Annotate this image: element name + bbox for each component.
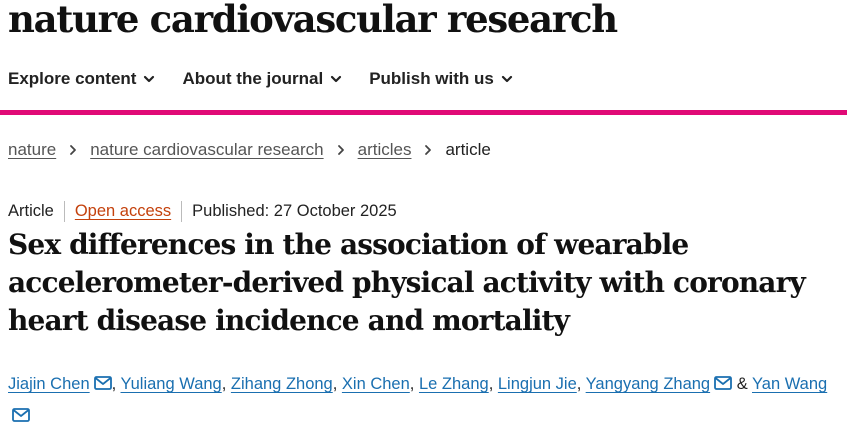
- meta-divider: [63, 201, 65, 222]
- breadcrumb-articles[interactable]: articles: [358, 140, 412, 160]
- nav-publish-with-us[interactable]: Publish with us: [369, 69, 513, 89]
- author-link[interactable]: Zihang Zhong: [231, 375, 333, 393]
- email-icon[interactable]: [93, 376, 112, 390]
- journal-title[interactable]: nature cardiovascular research: [8, 0, 618, 41]
- author-link[interactable]: Yangyang Zhang: [586, 375, 710, 393]
- chevron-right-icon: [336, 144, 346, 156]
- nav-item-label: About the journal: [182, 69, 324, 88]
- email-icon[interactable]: [12, 408, 30, 422]
- published-date: Published: 27 October 2025: [192, 202, 397, 220]
- author-link[interactable]: Le Zhang: [419, 375, 489, 393]
- breadcrumb-journal[interactable]: nature cardiovascular research: [90, 140, 323, 160]
- breadcrumb-nature[interactable]: nature: [8, 140, 56, 160]
- brand-divider: [0, 110, 847, 115]
- breadcrumb: nature nature cardiovascular research ar…: [8, 140, 491, 160]
- nav-explore-content[interactable]: Explore content: [8, 69, 155, 89]
- nav-about-the-journal[interactable]: About the journal: [182, 69, 342, 89]
- breadcrumb-current: article: [445, 140, 491, 159]
- author-list: Jiajin Chen, Yuliang Wang, Zihang Zhong,…: [8, 368, 844, 432]
- nav-item-label: Publish with us: [369, 69, 494, 88]
- author-link[interactable]: Lingjun Jie: [498, 375, 577, 393]
- meta-divider: [181, 201, 183, 222]
- author-link[interactable]: Yuliang Wang: [121, 375, 222, 393]
- nav-item-label: Explore content: [8, 69, 137, 88]
- chevron-right-icon: [423, 144, 433, 156]
- article-meta: Article Open access Published: 27 Octobe…: [8, 201, 397, 222]
- author-link[interactable]: Xin Chen: [342, 375, 410, 393]
- chevron-down-icon: [501, 73, 513, 85]
- main-nav: Explore content About the journal Publis…: [8, 69, 513, 89]
- open-access-link[interactable]: Open access: [75, 202, 171, 221]
- chevron-right-icon: [68, 144, 78, 156]
- chevron-down-icon: [143, 73, 155, 85]
- article-type: Article: [8, 202, 54, 220]
- chevron-down-icon: [330, 73, 342, 85]
- article-title: Sex differences in the association of we…: [8, 228, 806, 337]
- author-link[interactable]: Jiajin Chen: [8, 375, 90, 393]
- author-link[interactable]: Yan Wang: [752, 375, 827, 393]
- email-icon[interactable]: [714, 376, 733, 390]
